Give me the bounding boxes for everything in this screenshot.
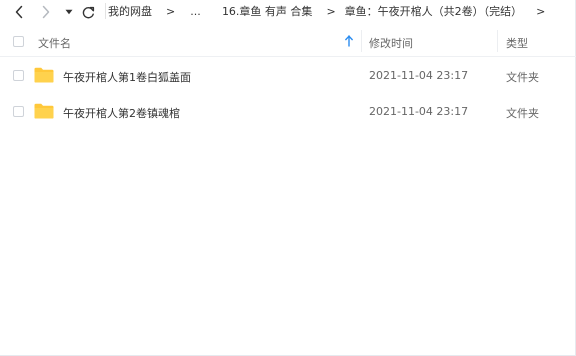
folder-icon [34,103,54,119]
row-checkbox[interactable] [13,106,24,117]
column-header-name[interactable]: 文件名 [38,35,71,51]
refresh-button[interactable] [79,3,97,21]
back-button[interactable] [10,3,28,21]
history-dropdown-button[interactable] [60,3,78,21]
file-list-header: 文件名 修改时间 类型 [0,26,576,57]
row-checkbox[interactable] [13,70,24,81]
breadcrumb-item-collection[interactable]: 16.章鱼 有声 合集 [222,3,313,19]
column-header-modified[interactable]: 修改时间 [369,35,413,51]
file-name[interactable]: 午夜开棺人第1卷白狐盖面 [63,69,191,85]
sort-ascending-icon[interactable] [344,34,354,48]
refresh-icon [82,6,94,18]
breadcrumb-item-root[interactable]: 我的网盘 [108,3,152,19]
breadcrumb-separator: > [166,4,176,18]
toolbar: 我的网盘 > ... > 16.章鱼 有声 合集 > 章鱼：午夜开棺人（共2卷）… [0,0,576,26]
file-modified-time: 2021-11-04 23:17 [369,105,469,118]
table-row[interactable]: 午夜开棺人第2卷镇魂棺 2021-11-04 23:17 文件夹 [0,94,576,131]
column-header-type[interactable]: 类型 [506,35,528,51]
toolbar-divider [105,3,106,19]
folder-icon [34,67,54,83]
caret-down-icon [65,9,73,15]
select-all-checkbox[interactable] [13,36,24,47]
breadcrumb: 我的网盘 > ... > 16.章鱼 有声 合集 > 章鱼：午夜开棺人（共2卷）… [108,0,554,22]
file-type: 文件夹 [506,107,539,120]
chevron-left-icon [15,5,23,19]
column-divider[interactable] [497,30,498,52]
breadcrumb-separator: > [326,4,336,18]
file-browser-window: 我的网盘 > ... > 16.章鱼 有声 合集 > 章鱼：午夜开棺人（共2卷）… [0,0,576,356]
table-row[interactable]: 午夜开棺人第1卷白狐盖面 2021-11-04 23:17 文件夹 [0,57,576,94]
file-type: 文件夹 [506,71,539,84]
forward-button[interactable] [37,3,55,21]
breadcrumb-item-ellipsis[interactable]: ... [190,5,201,18]
breadcrumb-item-current[interactable]: 章鱼：午夜开棺人（共2卷）（完结） [345,3,523,19]
breadcrumb-separator[interactable]: > [536,5,545,18]
file-modified-time: 2021-11-04 23:17 [369,69,469,82]
column-divider[interactable] [361,30,362,52]
chevron-right-icon [42,5,50,19]
file-name[interactable]: 午夜开棺人第2卷镇魂棺 [63,105,180,121]
